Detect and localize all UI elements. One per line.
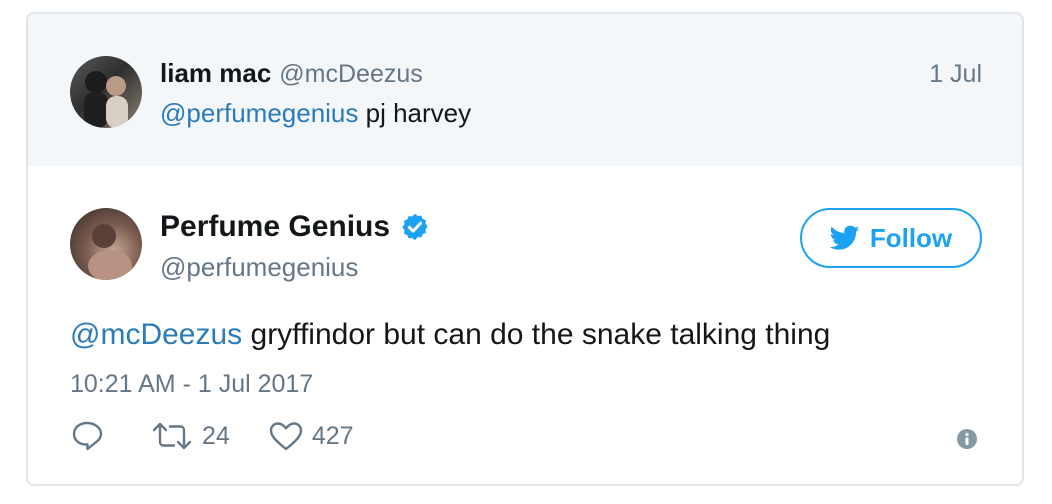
main-mention-link[interactable]: @mcDeezus xyxy=(70,318,242,351)
follow-button-label: Follow xyxy=(869,222,953,253)
embedded-tweet-card: liam mac @mcDeezus 1 Jul @perfumegenius p… xyxy=(26,12,1024,486)
tweet-actions: 24 427 xyxy=(70,420,392,452)
verified-badge-icon xyxy=(402,213,428,241)
avatar-photo-icon xyxy=(84,71,128,128)
retweet-action[interactable]: 24 xyxy=(150,420,230,452)
main-tweet-body: gryffindor but can do the snake talking … xyxy=(242,318,831,351)
main-author-handle[interactable]: @perfumegenius xyxy=(160,252,358,283)
parent-tweet-date[interactable]: 1 Jul xyxy=(929,60,982,89)
main-author-line: Perfume Genius xyxy=(160,210,430,244)
parent-tweet[interactable]: liam mac @mcDeezus 1 Jul @perfumegenius p… xyxy=(28,14,1022,166)
parent-tweet-text: @perfumegenius pj harvey xyxy=(160,98,471,129)
tweet-timestamp[interactable]: 10:21 AM - 1 Jul 2017 xyxy=(70,370,313,399)
like-count: 427 xyxy=(311,421,354,450)
info-icon[interactable] xyxy=(956,428,978,450)
main-tweet-text: @mcDeezus gryffindor but can do the snak… xyxy=(70,318,830,352)
parent-author-avatar[interactable] xyxy=(70,56,142,128)
heart-icon xyxy=(269,422,303,451)
reply-icon xyxy=(72,421,103,451)
main-author-name[interactable]: Perfume Genius xyxy=(160,210,390,244)
reply-action[interactable] xyxy=(70,420,112,452)
parent-tweet-body: pj harvey xyxy=(358,98,472,128)
main-author-avatar[interactable] xyxy=(70,208,142,280)
follow-button[interactable]: Follow xyxy=(800,208,982,268)
parent-author-name[interactable]: liam mac xyxy=(160,58,271,88)
twitter-bird-icon xyxy=(829,225,860,250)
avatar-photo-icon xyxy=(88,224,132,280)
retweet-count: 24 xyxy=(202,421,230,450)
like-action[interactable]: 427 xyxy=(268,420,354,452)
parent-author-line: liam mac @mcDeezus xyxy=(160,58,423,89)
parent-author-handle[interactable]: @mcDeezus xyxy=(279,60,422,88)
retweet-icon xyxy=(152,422,192,450)
parent-mention-link[interactable]: @perfumegenius xyxy=(160,98,358,128)
